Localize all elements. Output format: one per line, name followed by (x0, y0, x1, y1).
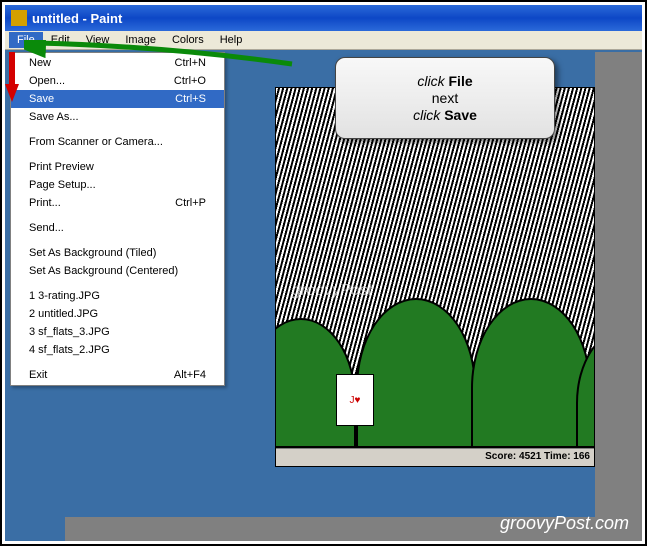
label: Page Setup... (29, 179, 96, 191)
window-title: untitled - Paint (32, 11, 122, 26)
arches (276, 348, 594, 448)
accel: Ctrl+P (175, 197, 206, 209)
separator (13, 362, 222, 363)
label: Print... (29, 197, 61, 209)
label: 4 sf_flats_2.JPG (29, 344, 110, 356)
callout-line-1: click File (346, 73, 544, 89)
label: Exit (29, 369, 47, 381)
menu-item-scanner[interactable]: From Scanner or Camera... (11, 133, 224, 151)
label: 2 untitled.JPG (29, 308, 98, 320)
callout-line-2: next (346, 90, 544, 106)
separator (13, 240, 222, 241)
menu-item-save[interactable]: Save Ctrl+S (11, 90, 224, 108)
label: From Scanner or Camera... (29, 136, 163, 148)
game-status: Score: 4521 Time: 166 (276, 448, 594, 466)
label: Save (29, 93, 54, 105)
menu-item-new[interactable]: New Ctrl+N (11, 54, 224, 72)
menu-item-recent-1[interactable]: 1 3-rating.JPG (11, 287, 224, 305)
menu-item-send[interactable]: Send... (11, 219, 224, 237)
brand-label: groovyPost.com (500, 513, 629, 534)
menu-edit[interactable]: Edit (43, 32, 78, 48)
file-menu-dropdown: New Ctrl+N Open... Ctrl+O Save Ctrl+S Save … (10, 52, 225, 386)
menubar: File Edit View Image Colors Help (5, 31, 642, 50)
accel: Ctrl+O (174, 75, 206, 87)
menu-help[interactable]: Help (212, 32, 251, 48)
app-icon (11, 10, 27, 26)
label: Open... (29, 75, 65, 87)
menu-file[interactable]: File (9, 32, 43, 48)
menu-item-recent-2[interactable]: 2 untitled.JPG (11, 305, 224, 323)
label: Set As Background (Tiled) (29, 247, 156, 259)
label: Set As Background (Centered) (29, 265, 178, 277)
menu-image[interactable]: Image (117, 32, 164, 48)
separator (13, 283, 222, 284)
playing-card: J♥ (336, 374, 374, 426)
label: New (29, 57, 51, 69)
menu-item-save-as[interactable]: Save As... (11, 108, 224, 126)
menu-view[interactable]: View (78, 32, 118, 48)
label: Send... (29, 222, 64, 234)
menu-item-print-preview[interactable]: Print Preview (11, 158, 224, 176)
menu-item-print[interactable]: Print... Ctrl+P (11, 194, 224, 212)
label: 3 sf_flats_3.JPG (29, 326, 110, 338)
menu-item-bg-centered[interactable]: Set As Background (Centered) (11, 262, 224, 280)
menu-item-exit[interactable]: Exit Alt+F4 (11, 366, 224, 384)
callout-line-3: click Save (346, 107, 544, 123)
separator (13, 154, 222, 155)
menu-item-recent-4[interactable]: 4 sf_flats_2.JPG (11, 341, 224, 359)
accel: Alt+F4 (174, 369, 206, 381)
separator (13, 129, 222, 130)
label: Save As... (29, 111, 79, 123)
menu-item-page-setup[interactable]: Page Setup... (11, 176, 224, 194)
menu-item-open[interactable]: Open... Ctrl+O (11, 72, 224, 90)
pasted-image: J♥ Score: 4521 Time: 166 (275, 87, 595, 467)
label: 1 3-rating.JPG (29, 290, 100, 302)
label: Print Preview (29, 161, 94, 173)
accel: Ctrl+S (175, 93, 206, 105)
tutorial-frame: untitled - Paint File Edit View Image Co… (0, 0, 647, 546)
titlebar: untitled - Paint (5, 5, 642, 31)
menu-item-recent-3[interactable]: 3 sf_flats_3.JPG (11, 323, 224, 341)
separator (13, 215, 222, 216)
instruction-callout: click File next click Save (335, 57, 555, 139)
menu-item-bg-tiled[interactable]: Set As Background (Tiled) (11, 244, 224, 262)
accel: Ctrl+N (175, 57, 206, 69)
menu-colors[interactable]: Colors (164, 32, 212, 48)
